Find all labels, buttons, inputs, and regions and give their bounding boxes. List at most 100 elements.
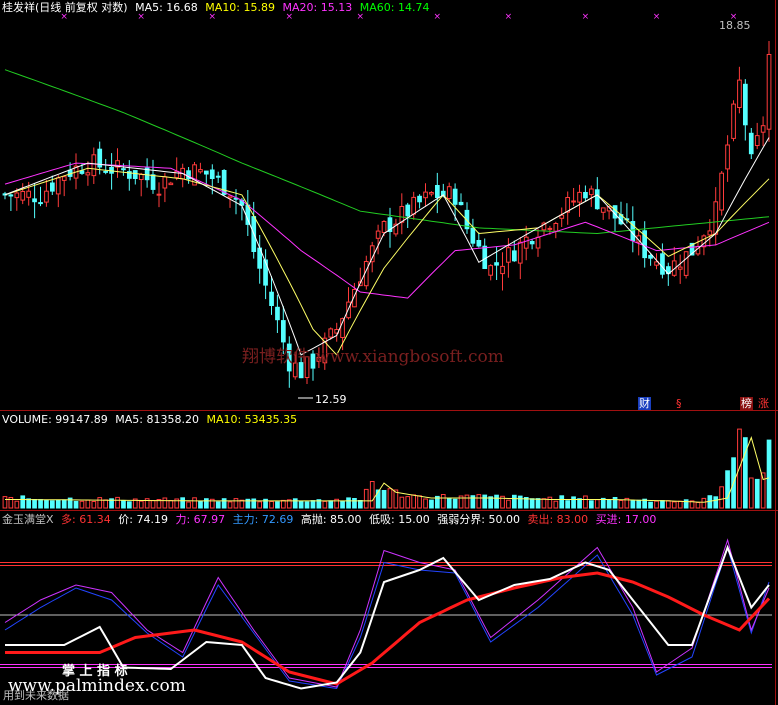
candle-body — [553, 223, 559, 232]
candle-body — [162, 176, 168, 189]
rank-tag[interactable]: 榜 — [740, 397, 753, 410]
candle-body — [600, 207, 606, 213]
volume-bar — [677, 500, 683, 509]
main-watermark: 翔博软件 www.xiangbosoft.com — [242, 347, 504, 367]
candle-body — [577, 191, 582, 203]
volume-bar — [186, 501, 191, 509]
volume-bar — [150, 500, 156, 509]
candle-body — [731, 103, 736, 139]
candle-body — [263, 259, 268, 286]
volume-ma5: MA5: 81358.20 — [115, 413, 199, 426]
volume-bar — [2, 496, 8, 509]
candle-body — [328, 328, 334, 338]
volume-bar — [506, 499, 511, 509]
candle-body — [150, 174, 156, 190]
volume-bar — [683, 499, 689, 509]
volume-header: VOLUME: 99147.89 MA5: 81358.20 MA10: 534… — [2, 413, 301, 427]
volume-bar — [547, 496, 553, 509]
volume-bar — [32, 499, 37, 509]
candle-body — [488, 265, 493, 276]
candle-body — [103, 170, 109, 173]
candle-body — [209, 169, 215, 179]
volume-bar — [387, 488, 393, 509]
volume-bar — [180, 497, 186, 509]
candle-body — [435, 185, 440, 198]
sell-marker: × — [653, 12, 661, 22]
candle-body — [38, 202, 43, 205]
ind-maichu: 卖出: 83.00 — [527, 513, 589, 526]
volume-bar — [482, 494, 488, 509]
volume-bar — [79, 500, 85, 509]
candle-body — [648, 254, 653, 259]
volume-bar — [648, 501, 653, 509]
volume-bar — [636, 499, 642, 509]
volume-bar — [44, 499, 49, 509]
volume-bar — [162, 497, 168, 509]
candle-body — [44, 190, 49, 203]
volume-bar — [766, 439, 772, 509]
volume-bar — [559, 495, 565, 509]
volume-bar — [340, 500, 345, 509]
candle-body — [411, 196, 416, 215]
main-ma20: MA20: 15.13 — [282, 1, 353, 14]
candle-body — [381, 221, 387, 233]
volume-bar — [612, 497, 618, 509]
volume-bar — [589, 500, 594, 509]
main-ma60: MA60: 14.74 — [359, 1, 430, 14]
volume-bar — [725, 470, 730, 509]
section-tag[interactable]: § — [675, 397, 683, 410]
candle-body — [571, 200, 576, 203]
ind-gaopao: 高抛: 85.00 — [300, 513, 362, 526]
candle-body — [494, 262, 499, 266]
candle-body — [470, 227, 476, 244]
volume-bar — [73, 500, 79, 509]
volume-bar — [660, 500, 665, 509]
volume-bar — [204, 498, 209, 509]
sell-marker: × — [434, 12, 442, 22]
volume-bar — [198, 500, 203, 509]
volume-bar — [565, 500, 570, 509]
volume-bar — [594, 499, 600, 509]
high-price-label: 18.85 — [719, 19, 751, 32]
volume-bar — [719, 486, 724, 509]
ma20-line — [4, 162, 770, 299]
volume-bar — [91, 501, 97, 509]
volume-ma-line — [5, 436, 770, 503]
candle-body — [14, 192, 20, 199]
volume-bar — [269, 501, 274, 509]
volume-bar — [630, 500, 636, 509]
volume-bar — [553, 500, 559, 509]
volume-bar — [310, 500, 316, 509]
candle-body — [121, 168, 126, 171]
volume-bar — [55, 499, 61, 509]
volume-bar — [654, 500, 659, 509]
candle-body — [517, 241, 523, 264]
candle-body — [198, 169, 203, 173]
ma60-line — [4, 69, 770, 235]
candle-body — [594, 189, 600, 210]
candle-body — [500, 265, 505, 275]
volume-bar — [411, 494, 416, 509]
ind-zhuli: 主力: 72.69 — [232, 513, 294, 526]
candle-body — [399, 206, 405, 223]
volume-bar — [517, 495, 523, 509]
volume-bar — [606, 499, 612, 509]
volume-bar — [352, 498, 357, 509]
candle-body — [138, 173, 144, 180]
volume-ma10: MA10: 53435.35 — [206, 413, 298, 426]
ind-duo: 多: 61.34 — [61, 513, 111, 526]
volume-bar — [464, 494, 470, 509]
candle-body — [683, 251, 689, 276]
main-header: 桂发祥(日线 前复权 对数) MA5: 16.68 MA10: 15.89 MA… — [2, 1, 433, 15]
candle-body — [677, 266, 683, 270]
candle-body — [79, 170, 85, 174]
volume-bar — [369, 481, 375, 509]
indicator-name: 金玉满堂X — [2, 513, 54, 526]
candle-body — [660, 253, 665, 275]
candle-body — [8, 194, 14, 197]
candle-body — [132, 170, 138, 180]
candle-body — [85, 172, 91, 176]
rise-tag[interactable]: 涨 — [757, 397, 770, 410]
volume-bar — [476, 494, 482, 509]
finance-tag[interactable]: 财 — [638, 397, 651, 410]
